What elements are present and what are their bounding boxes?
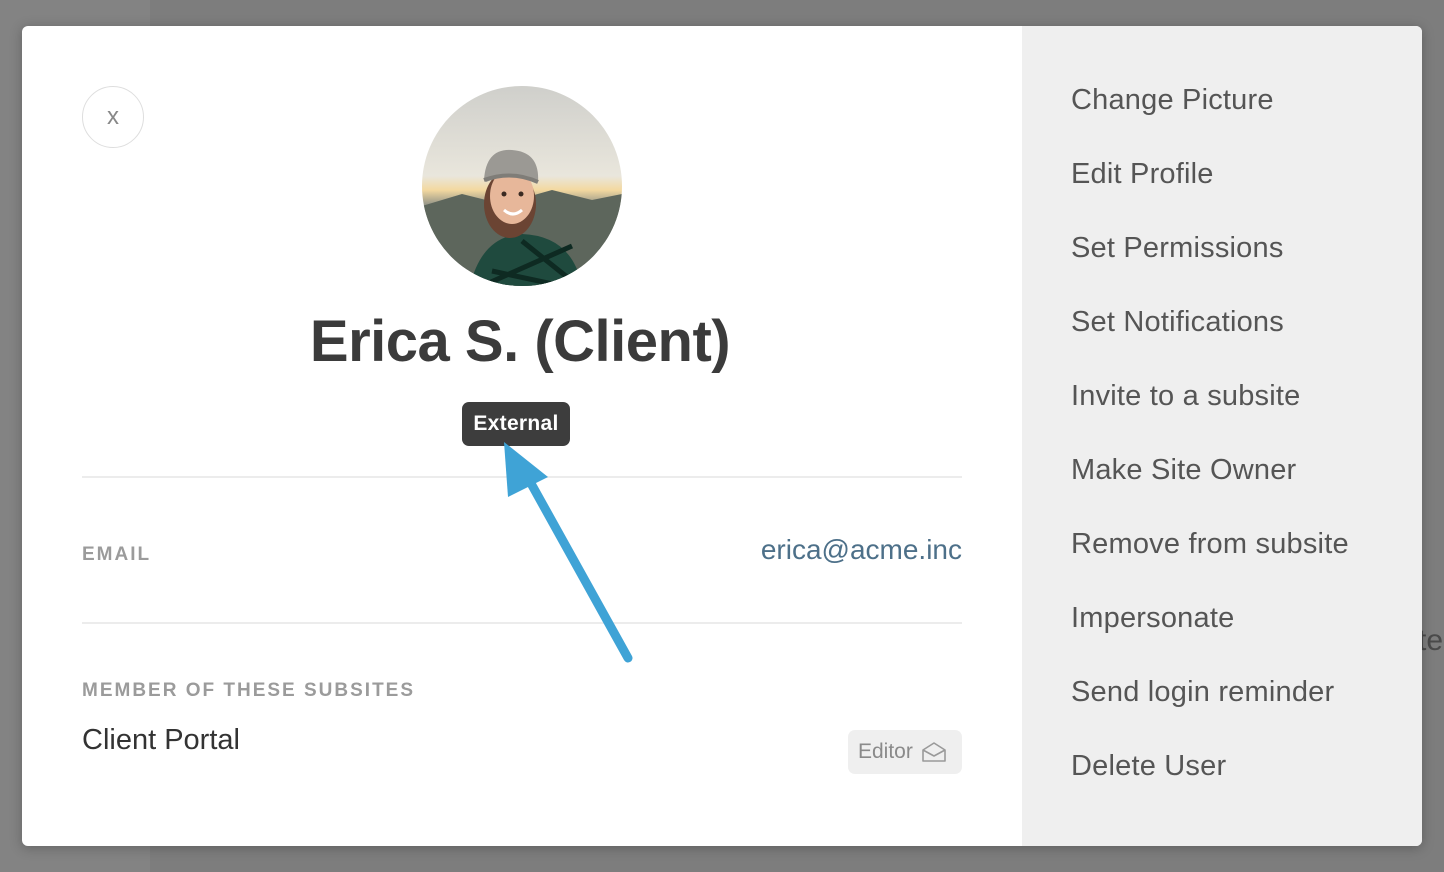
actions-sidebar: Change Picture Edit Profile Set Permissi… [1022, 26, 1422, 846]
invite-to-subsite-action[interactable]: Invite to a subsite [1071, 380, 1349, 454]
subsite-role-button[interactable]: Editor [848, 730, 962, 774]
remove-from-subsite-action[interactable]: Remove from subsite [1071, 528, 1349, 602]
send-login-reminder-action[interactable]: Send login reminder [1071, 676, 1349, 750]
avatar-photo [422, 86, 622, 286]
avatar [422, 86, 622, 286]
actions-menu: Change Picture Edit Profile Set Permissi… [1071, 84, 1349, 824]
external-badge: External [462, 402, 570, 446]
change-picture-action[interactable]: Change Picture [1071, 84, 1349, 158]
user-name-heading: Erica S. (Client) [309, 309, 731, 374]
subsite-name: Client Portal [82, 724, 240, 756]
divider [82, 476, 962, 478]
divider [82, 622, 962, 624]
envelope-open-icon [922, 742, 946, 762]
email-link[interactable]: erica@acme.inc [761, 534, 962, 566]
set-notifications-action[interactable]: Set Notifications [1071, 306, 1349, 380]
user-profile-modal: x Erica S. (Client) External EMAIL erica… [22, 26, 1422, 846]
set-permissions-action[interactable]: Set Permissions [1071, 232, 1349, 306]
subsites-label: MEMBER OF THESE SUBSITES [82, 680, 416, 701]
profile-main-pane: x Erica S. (Client) External EMAIL erica… [22, 26, 1022, 846]
make-site-owner-action[interactable]: Make Site Owner [1071, 454, 1349, 528]
edit-profile-action[interactable]: Edit Profile [1071, 158, 1349, 232]
delete-user-action[interactable]: Delete User [1071, 750, 1349, 824]
role-label: Editor [858, 740, 913, 763]
close-button[interactable]: x [82, 86, 144, 148]
email-label: EMAIL [82, 544, 152, 565]
impersonate-action[interactable]: Impersonate [1071, 602, 1349, 676]
